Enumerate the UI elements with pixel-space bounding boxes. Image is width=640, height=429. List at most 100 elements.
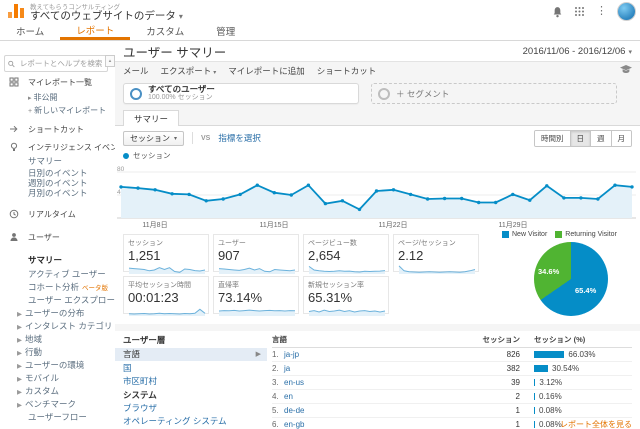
sidebar-item-label: ショートカット <box>28 125 84 134</box>
search-input[interactable] <box>17 58 104 69</box>
sidebar-item-label: サマリー <box>28 255 63 265</box>
tab-home[interactable]: ホーム <box>0 22 60 40</box>
menu-item-browser[interactable]: ブラウザ <box>115 402 267 415</box>
tab-admin[interactable]: 管理 <box>200 22 251 40</box>
language-link[interactable]: ja <box>284 364 472 373</box>
visitor-type-block: New Visitor Returning Visitor 65.4% 34.6… <box>502 231 634 321</box>
view-full-report-link[interactable]: レポート全体を見る <box>560 419 632 429</box>
granularity-month-button[interactable]: 月 <box>610 130 631 146</box>
sidebar-item-label: 月別のイベント <box>28 188 88 198</box>
sidebar-item-user-explorer[interactable]: ユーザー エクスプローラ <box>0 294 115 307</box>
metric-title: ページビュー数 <box>308 240 357 247</box>
pie-label-new: 65.4% <box>575 286 597 295</box>
sidebar-item-active-users[interactable]: アクティブ ユーザー <box>0 268 115 281</box>
sidebar-item-behavior[interactable]: ▶ 行動 <box>0 346 115 359</box>
date-range-selector[interactable]: 2016/11/06 - 2016/12/06 ▾ <box>523 46 632 57</box>
metric-title: ユーザー <box>218 240 246 247</box>
column-header-sessions-pct[interactable]: セッション (%) <box>520 334 632 345</box>
menu-item-os[interactable]: オペレーティング システム <box>115 415 267 428</box>
language-link[interactable]: en-gb <box>284 420 472 429</box>
pie-label-returning: 34.6% <box>538 267 560 276</box>
segment-all-users[interactable]: すべてのユーザー 100.00% セッション <box>123 83 359 104</box>
export-button[interactable]: エクスポート ▾ <box>161 65 217 77</box>
main-content: ユーザー サマリー 2016/11/06 - 2016/12/06 ▾ メール エ… <box>115 41 640 429</box>
table-row[interactable]: 2. ja 382 30.54% <box>272 362 632 376</box>
sidebar-item-private[interactable]: ▸ 非公開 <box>0 91 115 104</box>
metric-card-sessions[interactable]: セッション 1,251 <box>123 234 209 274</box>
sidebar-item-label: ユーザーの環境 <box>25 360 85 370</box>
sidebar-item-cohort-analysis[interactable]: コホート分析 ベータ版 <box>0 281 115 294</box>
sidebar-item-benchmarking[interactable]: ▶ ベンチマーク <box>0 398 115 411</box>
granularity-hourly-button[interactable]: 時間別 <box>535 130 570 146</box>
metric-card-users[interactable]: ユーザー 907 <box>213 234 299 274</box>
add-to-dashboard-button[interactable]: マイレポートに追加 <box>228 65 305 77</box>
language-link[interactable]: en <box>284 392 472 401</box>
metric-card-avg-duration[interactable]: 平均セッション時間 00:01:23 <box>123 276 209 316</box>
notifications-bell-icon[interactable] <box>551 5 564 18</box>
apps-grid-icon[interactable] <box>573 5 586 18</box>
sidebar-item-dashboards[interactable]: マイレポート一覧 <box>0 76 115 89</box>
tab-summary[interactable]: サマリー <box>123 110 179 126</box>
select-metric-link[interactable]: 指標を選択 <box>218 132 261 144</box>
metric-scorecards: セッション 1,251 ユーザー 907 ページビュー数 2,654 ページ/セ… <box>123 234 479 318</box>
granularity-week-button[interactable]: 週 <box>590 130 611 146</box>
education-icon[interactable] <box>620 65 632 76</box>
row-rank: 2. <box>272 364 279 373</box>
metric-value: 907 <box>218 248 240 263</box>
shortcuts-icon <box>9 124 19 138</box>
sidebar-item-monthly-events[interactable]: 月別のイベント <box>0 187 115 200</box>
shortcut-button[interactable]: ショートカット <box>317 65 377 77</box>
table-row[interactable]: 3. en-us 39 3.12% <box>272 376 632 390</box>
sidebar-item-mobile[interactable]: ▶ モバイル <box>0 372 115 385</box>
sidebar-item-intelligence[interactable]: インテリジェンス イベント <box>0 141 115 154</box>
sidebar-item-audience[interactable]: ユーザー <box>0 231 115 244</box>
column-header-language[interactable]: 言語 <box>272 334 460 345</box>
sidebar-item-technology[interactable]: ▶ ユーザーの環境 <box>0 359 115 372</box>
sidebar-item-geo[interactable]: ▶ 地域 <box>0 333 115 346</box>
sidebar-item-audience-summary[interactable]: サマリー <box>0 254 115 267</box>
metric-title: 平均セッション時間 <box>128 282 191 289</box>
chevron-right-icon: ▶ <box>17 402 22 409</box>
sidebar-item-new-dashboard[interactable]: + 新しいマイレポート <box>0 104 115 117</box>
metric-value: 2.12 <box>398 248 424 263</box>
table-row[interactable]: 1. ja-jp 826 66.03% <box>272 348 632 362</box>
sidebar-search[interactable] <box>4 55 108 72</box>
report-header: ユーザー サマリー 2016/11/06 - 2016/12/06 ▾ <box>115 41 640 62</box>
sidebar-item-realtime[interactable]: リアルタイム <box>0 208 115 221</box>
metric-select[interactable]: セッション ▾ <box>123 130 185 146</box>
metric-select-label: セッション <box>130 133 170 143</box>
column-header-sessions[interactable]: セッション <box>460 334 521 345</box>
sidebar-item-custom[interactable]: ▶ カスタム <box>0 385 115 398</box>
dashboards-icon <box>9 77 19 91</box>
menu-item-language[interactable]: 言語 ▶ <box>115 348 267 361</box>
table-row[interactable]: 5. de-de 1 0.08% <box>272 404 632 418</box>
beta-badge: ベータ版 <box>82 285 109 292</box>
metric-card-bounce-rate[interactable]: 直帰率 73.14% <box>213 276 299 316</box>
add-segment-button[interactable]: ＋ セグメント <box>371 83 617 104</box>
sidebar-item-interests[interactable]: ▶ インタレスト カテゴリ <box>0 320 115 333</box>
vs-label: VS <box>201 134 211 142</box>
granularity-day-button[interactable]: 日 <box>569 130 590 146</box>
sidebar-item-label: ベンチマーク <box>25 399 77 409</box>
property-selector[interactable]: すべてのウェブサイトのデータ ▾ <box>30 8 183 23</box>
tab-custom[interactable]: カスタム <box>130 22 200 40</box>
menu-item-city[interactable]: 市区町村 <box>115 375 267 388</box>
sidebar-item-label: 地域 <box>25 334 43 344</box>
menu-item-country[interactable]: 国 <box>115 362 267 375</box>
metric-card-pageviews[interactable]: ページビュー数 2,654 <box>303 234 389 274</box>
language-link[interactable]: de-de <box>284 406 472 415</box>
sidebar-item-demographics[interactable]: ▶ ユーザーの分布 <box>0 307 115 320</box>
sidebar-collapse-icon[interactable]: ▴ <box>105 55 115 67</box>
sidebar-item-users-flow[interactable]: ユーザーフロー <box>0 411 115 424</box>
language-link[interactable]: ja-jp <box>284 350 472 359</box>
email-button[interactable]: メール <box>123 65 149 77</box>
table-row[interactable]: 4. en 2 0.16% <box>272 390 632 404</box>
tab-reports[interactable]: レポート <box>60 22 131 40</box>
metric-card-pages-per-session[interactable]: ページ/セッション 2.12 <box>393 234 479 274</box>
chevron-right-icon: ▶ <box>17 389 22 396</box>
language-link[interactable]: en-us <box>284 378 472 387</box>
sidebar-item-shortcuts[interactable]: ショートカット <box>0 123 115 136</box>
metric-card-new-sessions[interactable]: 新規セッション率 65.31% <box>303 276 389 316</box>
avatar[interactable] <box>617 2 636 21</box>
overflow-menu-icon[interactable]: ⋮ <box>595 5 608 18</box>
